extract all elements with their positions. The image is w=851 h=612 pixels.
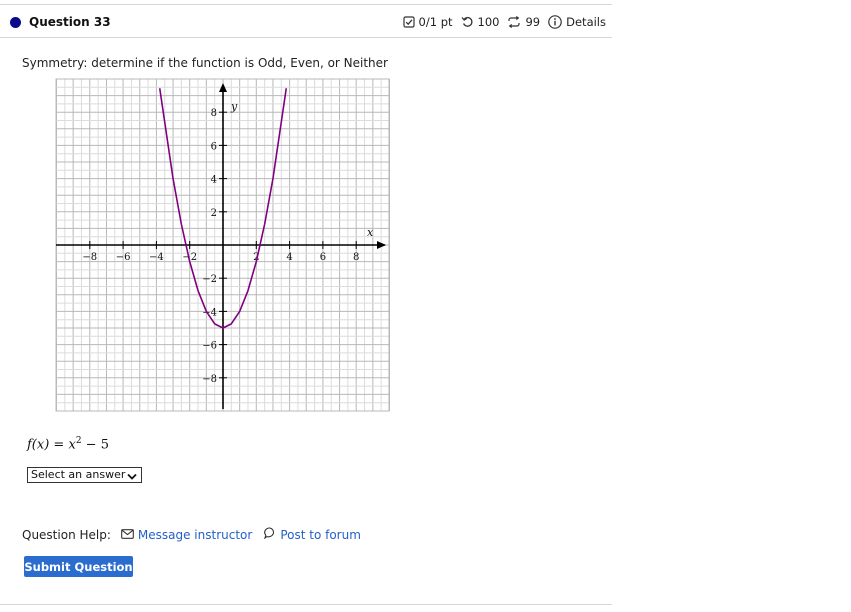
x-tick-label: 4 <box>286 252 292 263</box>
message-instructor-text: Message instructor <box>137 527 253 542</box>
x-axis-label: x <box>367 226 374 239</box>
x-tick-label: 8 <box>353 252 359 263</box>
x-tick-label: −6 <box>116 252 131 263</box>
question-help: Question Help: Message instructor Post t… <box>22 527 361 542</box>
details-link[interactable]: Details <box>566 15 606 29</box>
function-lhs: f(x) <box>27 437 50 453</box>
help-label: Question Help: <box>22 527 111 542</box>
y-tick-label: −8 <box>202 374 217 385</box>
attempts-text: 99 <box>525 15 541 29</box>
y-tick-label: 6 <box>211 141 217 152</box>
speech-bubble-icon <box>264 527 276 542</box>
x-tick-label: −4 <box>149 252 164 263</box>
function-base: x <box>68 437 76 453</box>
post-to-forum-link[interactable]: Post to forum <box>264 527 361 542</box>
retries-text: 100 <box>477 15 500 29</box>
y-tick-label: 4 <box>211 175 217 186</box>
post-to-forum-text: Post to forum <box>280 527 361 542</box>
score-text: 0/1 pt <box>418 15 453 29</box>
answer-select-value: Select an answer <box>31 468 126 481</box>
y-tick-label: 2 <box>211 208 217 219</box>
x-tick-label: −8 <box>82 252 97 263</box>
submit-question-button[interactable]: Submit Question <box>24 556 133 577</box>
info-icon[interactable] <box>548 15 562 29</box>
chevron-down-icon <box>127 471 137 485</box>
y-tick-label: 8 <box>211 108 217 119</box>
repeat-icon <box>507 16 521 28</box>
function-equals: = <box>49 437 69 453</box>
message-instructor-link[interactable]: Message instructor <box>121 528 252 542</box>
y-tick-label: −6 <box>202 341 217 352</box>
function-tail: − 5 <box>81 437 109 453</box>
function-definition: f(x) = x2 − 5 <box>27 436 109 452</box>
function-graph: −8 −6 −4 −2 2 4 6 8−8−6−4−22468xy <box>55 78 390 412</box>
y-axis-label: y <box>230 100 238 113</box>
answer-select[interactable]: Select an answer <box>27 467 142 483</box>
undo-icon <box>461 16 474 28</box>
question-meta: 0/1 pt 100 99 Details <box>395 15 606 29</box>
bottom-divider <box>0 604 612 605</box>
envelope-icon <box>121 528 134 542</box>
y-tick-label: −2 <box>202 274 217 285</box>
x-tick-label: 6 <box>320 252 326 263</box>
checkbox-icon <box>402 16 415 28</box>
